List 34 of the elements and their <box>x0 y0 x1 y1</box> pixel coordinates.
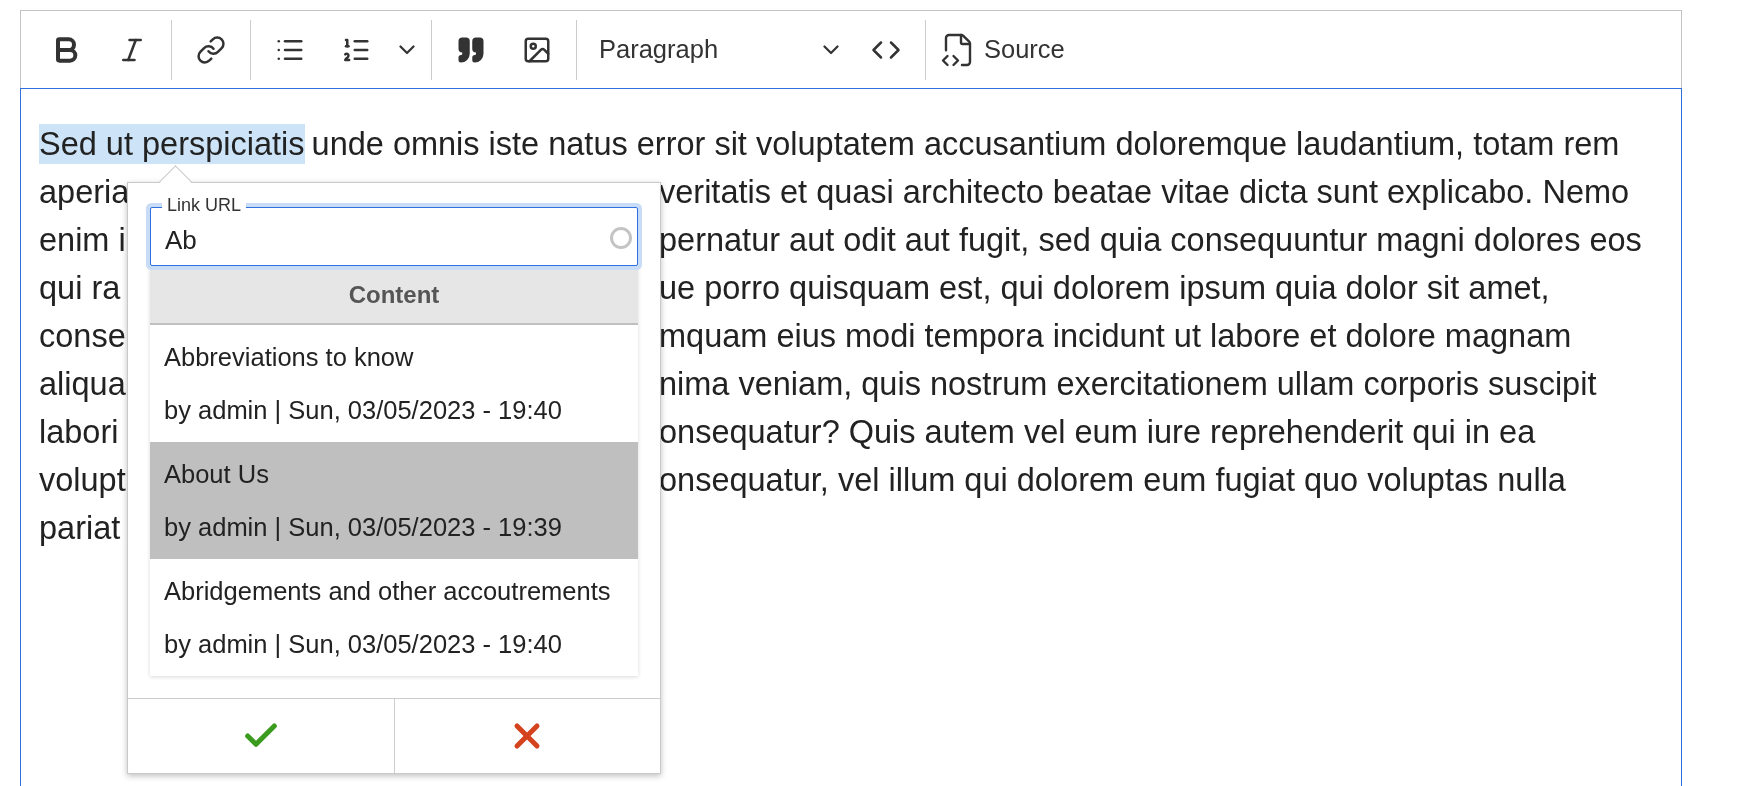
result-meta: by admin | Sun, 03/05/2023 - 19:40 <box>164 629 563 660</box>
paragraph-text: aperia <box>39 173 130 212</box>
result-title: About Us <box>164 459 270 490</box>
paragraph-text: qui ra <box>39 269 121 308</box>
paragraph-text: nima veniam, quis nostrum exercitationem ullam corporis suscipit <box>659 365 1598 404</box>
paragraph-text: conse <box>39 317 126 356</box>
paragraph-text: aliqua <box>39 365 126 404</box>
paragraph-text: labori <box>39 413 119 452</box>
result-meta: by admin | Sun, 03/05/2023 - 19:40 <box>164 395 563 426</box>
paragraph-text: volupt <box>39 461 126 500</box>
caret-icon <box>399 44 415 55</box>
paragraph-text: pernatur aut odit aut fugit, sed quia consequuntur magni dolores eos <box>659 221 1643 260</box>
caret-icon <box>823 44 839 55</box>
paragraph-text: onsequatur? Quis autem vel eum iure reprehenderit qui in ea <box>659 413 1537 452</box>
result-item[interactable]: Abridgements and other accoutrements by admin | Sun, 03/05/2023 - 19:40 <box>150 559 638 676</box>
paragraph-dropdown[interactable]: Paragraph <box>583 21 853 78</box>
group-header: Content <box>150 266 638 325</box>
loading-icon <box>610 227 632 249</box>
paragraph-text: pariat <box>39 509 121 548</box>
paragraph-text: unde omnis iste natus error sit voluptatem accusantium doloremque laudantium, totam rem <box>311 125 1620 164</box>
source-button[interactable]: Source <box>932 21 1073 78</box>
paragraph-text: mquam eius modi tempora incidunt ut labore et dolore magnam <box>659 317 1573 356</box>
paragraph-text: veritatis et quasi architecto beatae vitae dicta sunt explicabo. Nemo <box>659 173 1631 212</box>
result-item[interactable]: About Us by admin | Sun, 03/05/2023 - 19:39 <box>150 442 638 559</box>
paragraph-text: onsequatur, vel illum qui dolorem eum fugiat quo voluptas nulla <box>659 461 1567 500</box>
result-meta: by admin | Sun, 03/05/2023 - 19:39 <box>164 512 563 543</box>
result-item[interactable]: Abbreviations to know by admin | Sun, 03/05/2023 - 19:40 <box>150 325 638 442</box>
selected-text: Sed ut perspiciatis <box>39 124 305 164</box>
link-icon <box>196 34 226 65</box>
paragraph-text: ue porro quisquam est, qui dolorem ipsum quia dolor sit amet, <box>659 269 1551 308</box>
result-title: Abridgements and other accoutrements <box>164 576 612 607</box>
editor-area[interactable] <box>20 88 1682 786</box>
paragraph-text: enim i <box>39 221 126 260</box>
result-title: Abbreviations to know <box>164 342 415 373</box>
